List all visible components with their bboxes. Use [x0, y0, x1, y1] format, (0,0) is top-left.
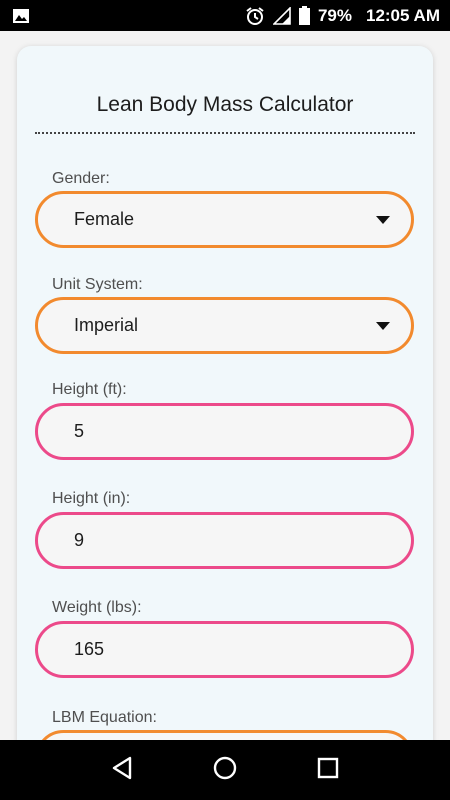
unit-system-label: Unit System:	[52, 276, 143, 293]
recents-icon	[317, 757, 339, 784]
navigation-bar	[0, 740, 450, 800]
status-bar: 79% 12:05 AM	[0, 0, 450, 31]
height-in-label: Height (in):	[52, 490, 131, 507]
chevron-down-icon	[376, 215, 390, 224]
lbm-equation-select[interactable]	[35, 730, 414, 740]
status-bar-left	[12, 8, 30, 24]
clock: 12:05 AM	[365, 5, 440, 25]
recents-button[interactable]	[308, 750, 348, 790]
home-icon	[213, 756, 237, 785]
height-ft-label: Height (ft):	[52, 381, 127, 398]
height-ft-input[interactable]: 5	[35, 403, 414, 460]
lbm-equation-label: LBM Equation:	[52, 709, 157, 726]
status-bar-right: 79% 12:05 AM	[245, 6, 440, 26]
home-button[interactable]	[205, 750, 245, 790]
gender-select-value: Female	[74, 209, 135, 229]
gender-select[interactable]: Female	[35, 191, 414, 248]
alarm-icon	[245, 6, 265, 26]
title-divider	[35, 132, 415, 134]
weight-lbs-value: 165	[74, 639, 105, 659]
battery-icon	[298, 6, 310, 25]
unit-system-select-value: Imperial	[74, 315, 139, 335]
height-ft-value: 5	[74, 421, 85, 441]
height-in-value: 9	[74, 530, 85, 550]
back-button[interactable]	[102, 750, 142, 790]
calculator-card: Lean Body Mass Calculator Gender: Female…	[17, 46, 433, 740]
signal-icon	[272, 6, 291, 25]
app-content: Lean Body Mass Calculator Gender: Female…	[0, 31, 450, 740]
gender-label: Gender:	[52, 170, 110, 187]
weight-lbs-input[interactable]: 165	[35, 621, 414, 678]
page-title: Lean Body Mass Calculator	[96, 93, 354, 116]
height-in-input[interactable]: 9	[35, 512, 414, 569]
chevron-down-icon	[376, 321, 390, 330]
back-icon	[111, 756, 133, 785]
unit-system-select[interactable]: Imperial	[35, 297, 414, 354]
battery-percent: 79%	[317, 5, 352, 25]
weight-lbs-label: Weight (lbs):	[52, 599, 142, 616]
image-icon	[12, 8, 30, 24]
